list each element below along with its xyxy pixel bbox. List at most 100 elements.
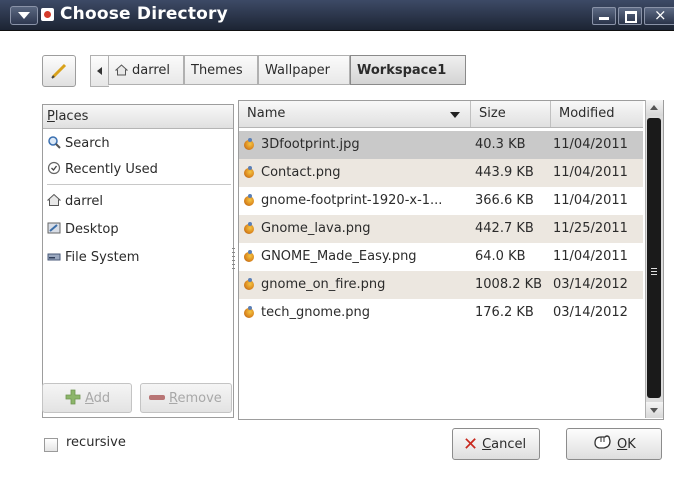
image-file-icon bbox=[243, 138, 255, 150]
place-darrel[interactable]: darrel bbox=[43, 189, 233, 215]
file-name: 3Dfootprint.jpg bbox=[261, 137, 360, 152]
places-separator bbox=[47, 184, 231, 185]
file-size: 176.2 KB bbox=[475, 305, 534, 320]
window-menu-button[interactable] bbox=[10, 6, 38, 25]
file-size: 443.9 KB bbox=[475, 165, 534, 180]
file-modified: 03/14/2012 bbox=[553, 305, 628, 320]
minimize-button[interactable] bbox=[592, 7, 616, 25]
file-name: GNOME_Made_Easy.png bbox=[261, 249, 417, 264]
file-name: Gnome_lava.png bbox=[261, 221, 371, 236]
close-button[interactable] bbox=[644, 6, 674, 25]
file-modified: 11/04/2011 bbox=[553, 165, 628, 180]
breadcrumb-label: Themes bbox=[191, 63, 243, 78]
file-size: 366.6 KB bbox=[475, 193, 534, 208]
place-search[interactable]: Search bbox=[43, 131, 233, 157]
file-name: tech_gnome.png bbox=[261, 305, 370, 320]
cell-name: gnome_on_fire.png bbox=[243, 271, 469, 299]
image-file-icon bbox=[243, 166, 255, 178]
desktop-icon bbox=[47, 222, 61, 234]
scrollbar-thumb[interactable] bbox=[647, 118, 661, 398]
table-row[interactable]: gnome-footprint-1920-x-1... 366.6 KB 11/… bbox=[239, 187, 643, 215]
home-icon bbox=[47, 193, 61, 206]
place-file-system[interactable]: File System bbox=[43, 245, 233, 271]
file-list-header: Name Size Modified bbox=[239, 101, 643, 128]
file-modified: 11/25/2011 bbox=[553, 221, 628, 236]
image-file-icon bbox=[243, 250, 255, 262]
breadcrumb-themes[interactable]: Themes bbox=[184, 55, 258, 85]
type-location-button[interactable] bbox=[42, 55, 76, 87]
breadcrumb-label: Wallpaper bbox=[265, 63, 331, 78]
pencil-icon bbox=[51, 63, 67, 79]
table-row[interactable]: gnome_on_fire.png 1008.2 KB 03/14/2012 bbox=[239, 271, 643, 299]
maximize-button[interactable] bbox=[618, 7, 642, 25]
ok-button[interactable]: OK bbox=[566, 428, 662, 460]
recursive-label: recursive bbox=[66, 435, 126, 450]
app-icon bbox=[41, 8, 54, 21]
image-file-icon bbox=[243, 222, 255, 234]
sort-descending-icon bbox=[450, 112, 460, 118]
image-file-icon bbox=[243, 306, 255, 318]
ok-hand-icon bbox=[594, 435, 611, 449]
breadcrumb-darrel[interactable]: darrel bbox=[108, 55, 184, 85]
scrollbar-grip-icon bbox=[651, 268, 657, 276]
breadcrumb-label: darrel bbox=[132, 63, 171, 78]
file-modified: 11/04/2011 bbox=[553, 249, 628, 264]
ok-mnemonic: O bbox=[617, 437, 628, 452]
home-icon bbox=[115, 64, 128, 76]
file-size: 64.0 KB bbox=[475, 249, 526, 264]
cell-name: 3Dfootprint.jpg bbox=[243, 131, 469, 159]
file-list: Name Size Modified 3Dfootprint.jpg 40.3 … bbox=[238, 100, 664, 420]
scroll-down-arrow-icon[interactable] bbox=[646, 402, 663, 418]
cancel-mnemonic: C bbox=[482, 437, 492, 452]
recursive-checkbox[interactable] bbox=[44, 438, 58, 452]
add-label: dd bbox=[93, 391, 111, 406]
table-row[interactable]: tech_gnome.png 176.2 KB 03/14/2012 bbox=[239, 299, 643, 327]
vertical-scrollbar[interactable] bbox=[645, 100, 663, 418]
plus-icon bbox=[65, 389, 81, 405]
add-mnemonic: A bbox=[85, 391, 94, 406]
places-header[interactable]: Places bbox=[43, 105, 233, 129]
file-size: 442.7 KB bbox=[475, 221, 534, 236]
column-label: Name bbox=[247, 106, 286, 121]
column-label: Modified bbox=[559, 106, 615, 121]
place-label: Recently Used bbox=[65, 162, 158, 177]
remove-label: emove bbox=[177, 391, 222, 406]
image-file-icon bbox=[243, 278, 255, 290]
add-bookmark-button[interactable]: Add bbox=[42, 383, 132, 413]
places-header-text: laces bbox=[54, 109, 89, 124]
cancel-button[interactable]: ✕ Cancel bbox=[452, 428, 540, 460]
place-label: File System bbox=[65, 250, 140, 265]
place-label: darrel bbox=[65, 194, 104, 209]
column-label: Size bbox=[479, 106, 506, 121]
column-header-name[interactable]: Name bbox=[239, 101, 471, 127]
places-panel: Places Search Recently Used darrel Deskt… bbox=[42, 104, 234, 418]
places-header-mnemonic: P bbox=[47, 109, 55, 124]
pane-resize-handle[interactable] bbox=[232, 248, 235, 272]
table-row[interactable]: Gnome_lava.png 442.7 KB 11/25/2011 bbox=[239, 215, 643, 243]
table-row[interactable]: Contact.png 443.9 KB 11/04/2011 bbox=[239, 159, 643, 187]
breadcrumb-workspace1[interactable]: Workspace1 bbox=[350, 55, 466, 85]
breadcrumb-wallpaper[interactable]: Wallpaper bbox=[258, 55, 350, 85]
place-recently-used[interactable]: Recently Used bbox=[43, 157, 233, 183]
cell-name: gnome-footprint-1920-x-1... bbox=[243, 187, 469, 215]
cancel-label: ancel bbox=[491, 437, 527, 452]
column-header-size[interactable]: Size bbox=[471, 101, 551, 127]
cell-name: Gnome_lava.png bbox=[243, 215, 469, 243]
file-name: Contact.png bbox=[261, 165, 341, 180]
cell-name: tech_gnome.png bbox=[243, 299, 469, 327]
cell-name: GNOME_Made_Easy.png bbox=[243, 243, 469, 271]
drive-icon bbox=[47, 253, 61, 261]
file-name: gnome-footprint-1920-x-1... bbox=[261, 193, 443, 208]
place-label: Desktop bbox=[65, 222, 119, 237]
recent-icon bbox=[47, 161, 61, 175]
path-scroll-left-button[interactable] bbox=[90, 55, 109, 87]
table-row[interactable]: 3Dfootprint.jpg 40.3 KB 11/04/2011 bbox=[239, 131, 643, 159]
cancel-x-icon: ✕ bbox=[463, 434, 479, 455]
file-name: gnome_on_fire.png bbox=[261, 277, 386, 292]
remove-bookmark-button[interactable]: Remove bbox=[140, 383, 232, 413]
place-desktop[interactable]: Desktop bbox=[43, 217, 233, 243]
column-header-modified[interactable]: Modified bbox=[551, 101, 643, 127]
table-row[interactable]: GNOME_Made_Easy.png 64.0 KB 11/04/2011 bbox=[239, 243, 643, 271]
scroll-up-arrow-icon[interactable] bbox=[646, 100, 663, 116]
ok-label: K bbox=[627, 437, 636, 452]
